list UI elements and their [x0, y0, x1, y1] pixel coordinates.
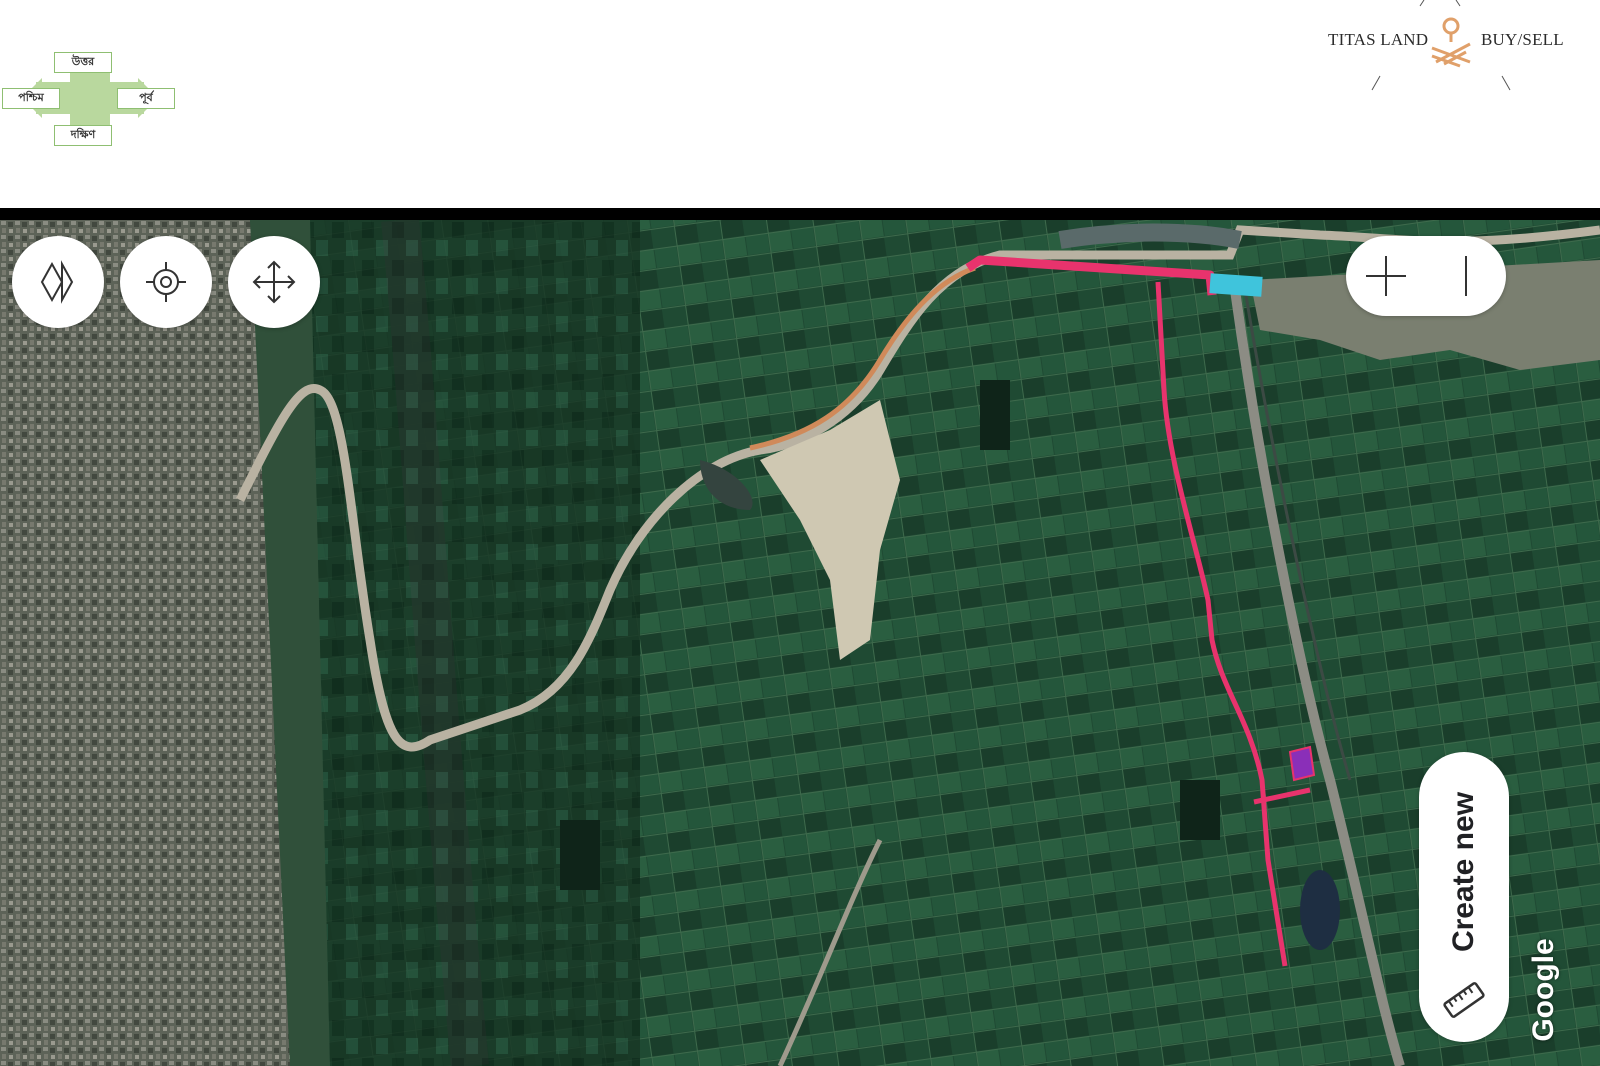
- pan-button[interactable]: [228, 236, 320, 328]
- locate-button[interactable]: [120, 236, 212, 328]
- move-arrows-icon: [252, 260, 296, 304]
- zoom-controls: [1346, 236, 1506, 316]
- map-frame: Create new Google: [0, 208, 1600, 1066]
- compass-rose: উত্তর দক্ষিণ পশ্চিম পূর্ব: [0, 48, 180, 148]
- header: উত্তর দক্ষিণ পশ্চিম পূর্ব TITAS LAND BUY…: [0, 0, 1600, 208]
- minus-icon: [1465, 256, 1467, 296]
- satellite-map[interactable]: Create new Google: [0, 220, 1600, 1066]
- layers-button[interactable]: [12, 236, 104, 328]
- brand-logo: TITAS LAND BUY/SELL: [1310, 0, 1600, 100]
- plus-icon: [1366, 256, 1406, 296]
- create-new-label: Create new: [1447, 791, 1480, 953]
- compass-north-label: উত্তর: [54, 52, 112, 73]
- compass-south-label: দক্ষিণ: [54, 125, 112, 146]
- ruler-icon: [1443, 982, 1485, 1018]
- layers-icon: [40, 260, 74, 304]
- brand-name-right: BUY/SELL: [1481, 30, 1564, 49]
- create-new-button[interactable]: Create new: [1419, 752, 1509, 1042]
- brand-name-left: TITAS LAND: [1328, 30, 1429, 49]
- zoom-in-button[interactable]: [1346, 236, 1426, 316]
- compass-west-label: পশ্চিম: [2, 88, 60, 109]
- satellite-imagery: [0, 220, 1600, 1066]
- google-attribution: Google: [1527, 938, 1560, 1042]
- zoom-out-button[interactable]: [1426, 236, 1506, 316]
- location-pin-icon: [1371, 0, 1511, 91]
- compass-east-label: পূর্ব: [117, 88, 175, 109]
- crosshair-icon: [146, 262, 186, 302]
